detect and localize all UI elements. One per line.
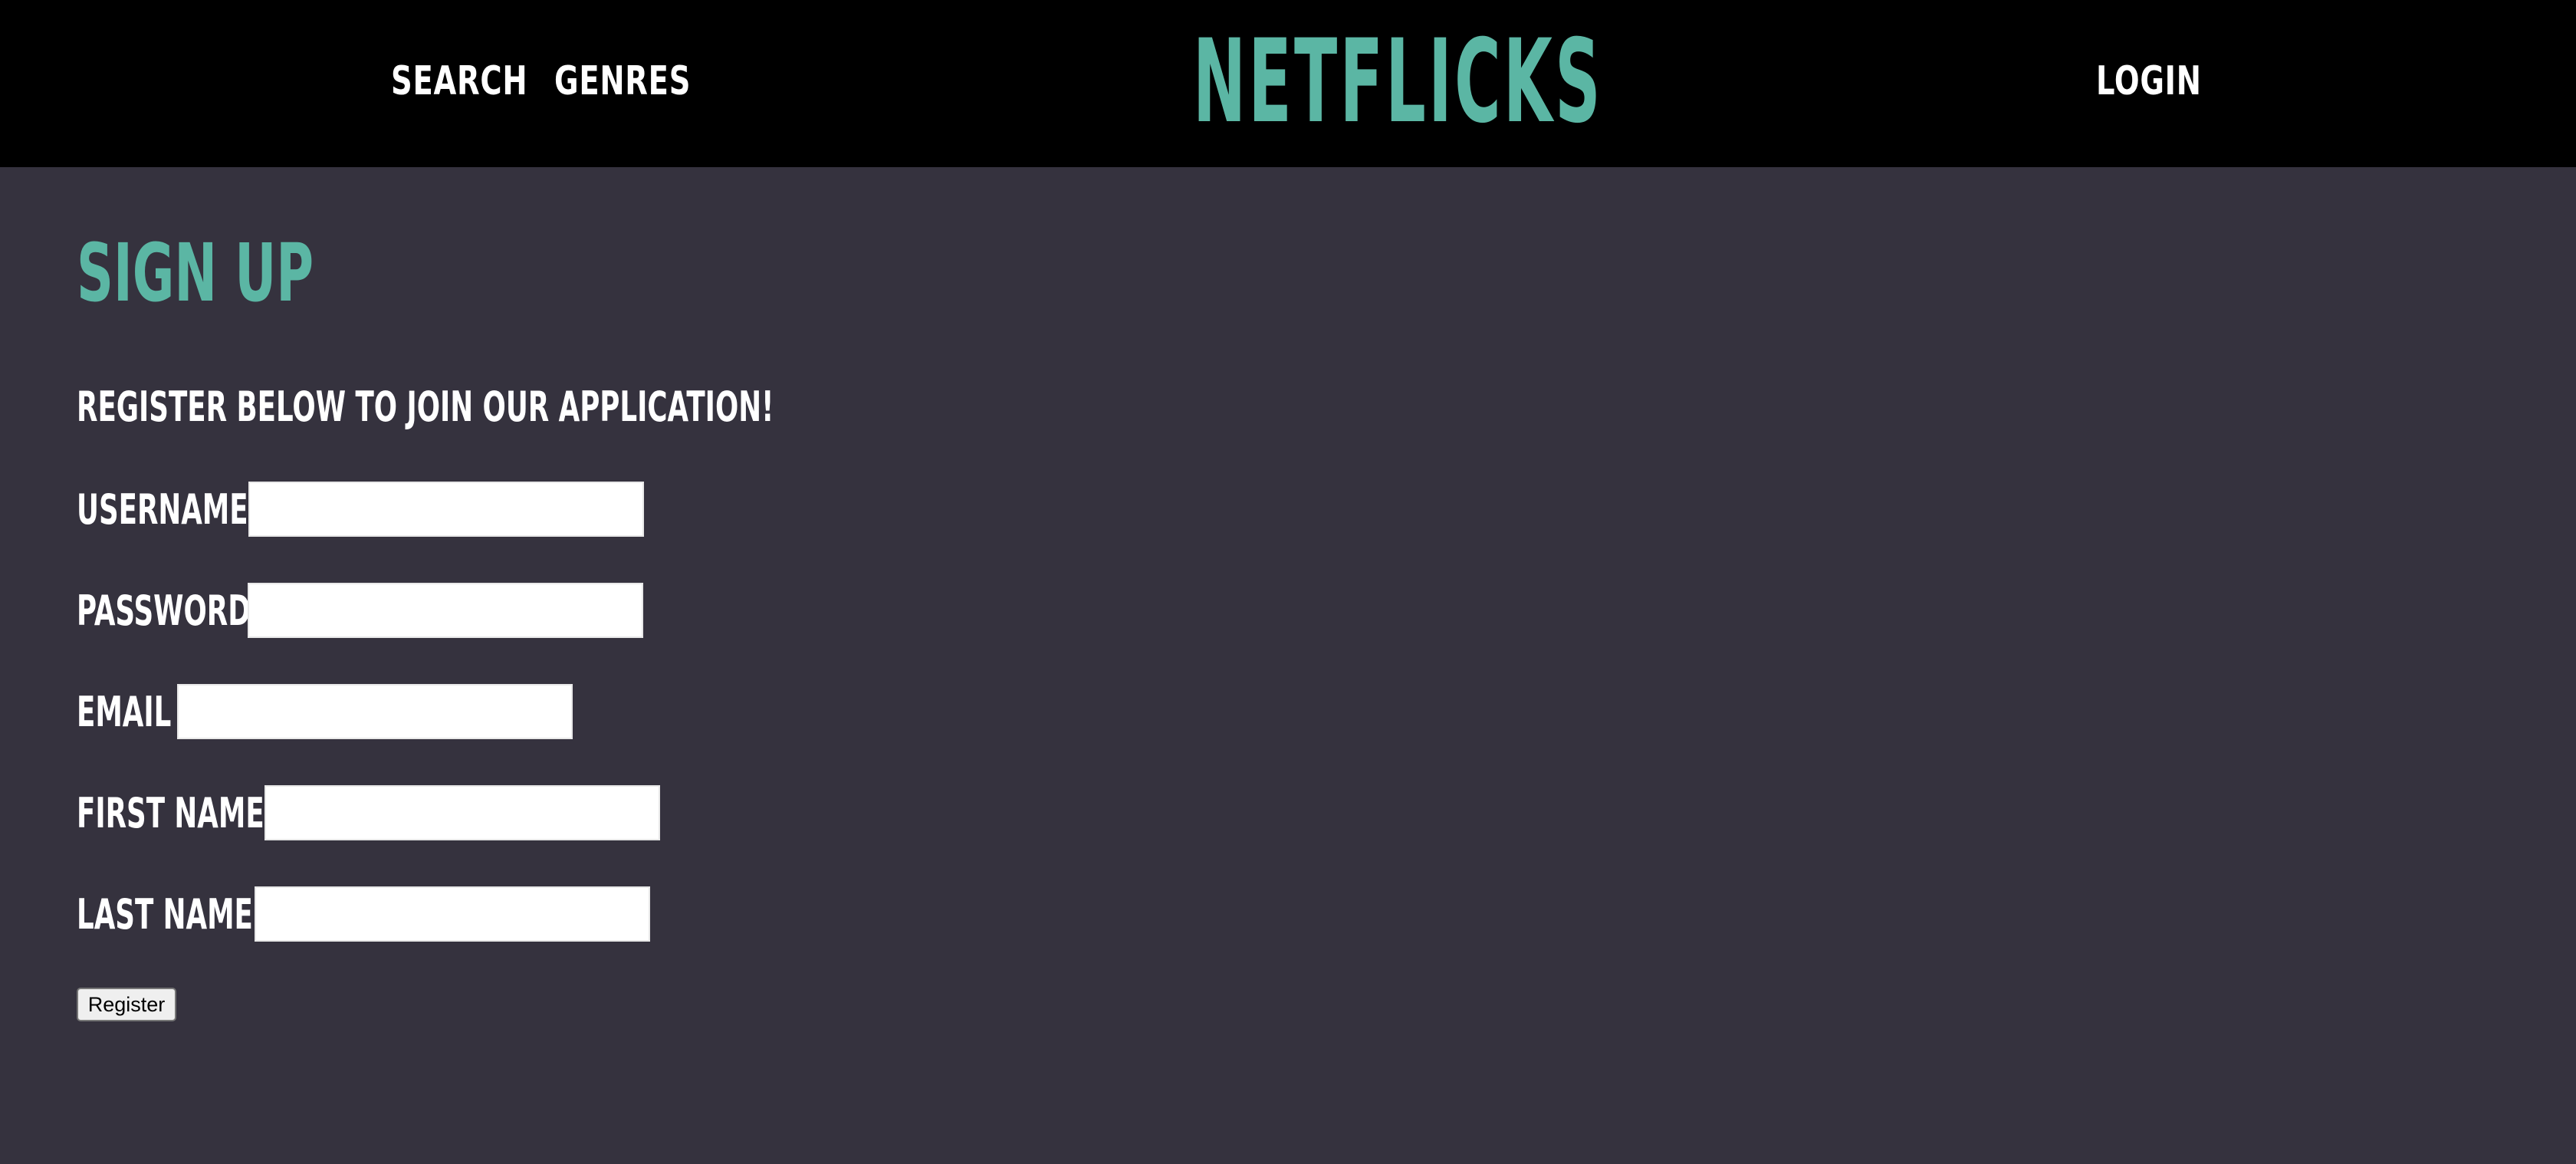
password-input[interactable] (248, 583, 643, 638)
nav-link-genres[interactable]: GENRES (554, 54, 691, 109)
first-name-input[interactable] (264, 785, 660, 840)
username-label: USERNAME (77, 485, 248, 534)
site-logo[interactable]: NETFLICKS (1193, 25, 1601, 140)
nav-link-search[interactable]: SEARCH (391, 54, 527, 109)
register-button[interactable]: Register (77, 988, 176, 1021)
last-name-input[interactable] (255, 886, 650, 942)
form-intro-text: REGISTER BELOW TO JOIN OUR APPLICATION! (77, 383, 774, 431)
password-label: PASSWORD (77, 587, 251, 635)
nav-link-login[interactable]: LOGIN (2096, 54, 2202, 109)
page-title: SIGN UP (77, 226, 314, 320)
top-navigation-bar: SEARCH GENRES NETFLICKS LOGIN (0, 0, 2576, 167)
email-label: EMAIL (77, 688, 172, 736)
username-input[interactable] (248, 482, 644, 537)
email-input[interactable] (177, 684, 573, 739)
last-name-label: LAST NAME (77, 890, 253, 939)
first-name-label: FIRST NAME (77, 789, 264, 837)
